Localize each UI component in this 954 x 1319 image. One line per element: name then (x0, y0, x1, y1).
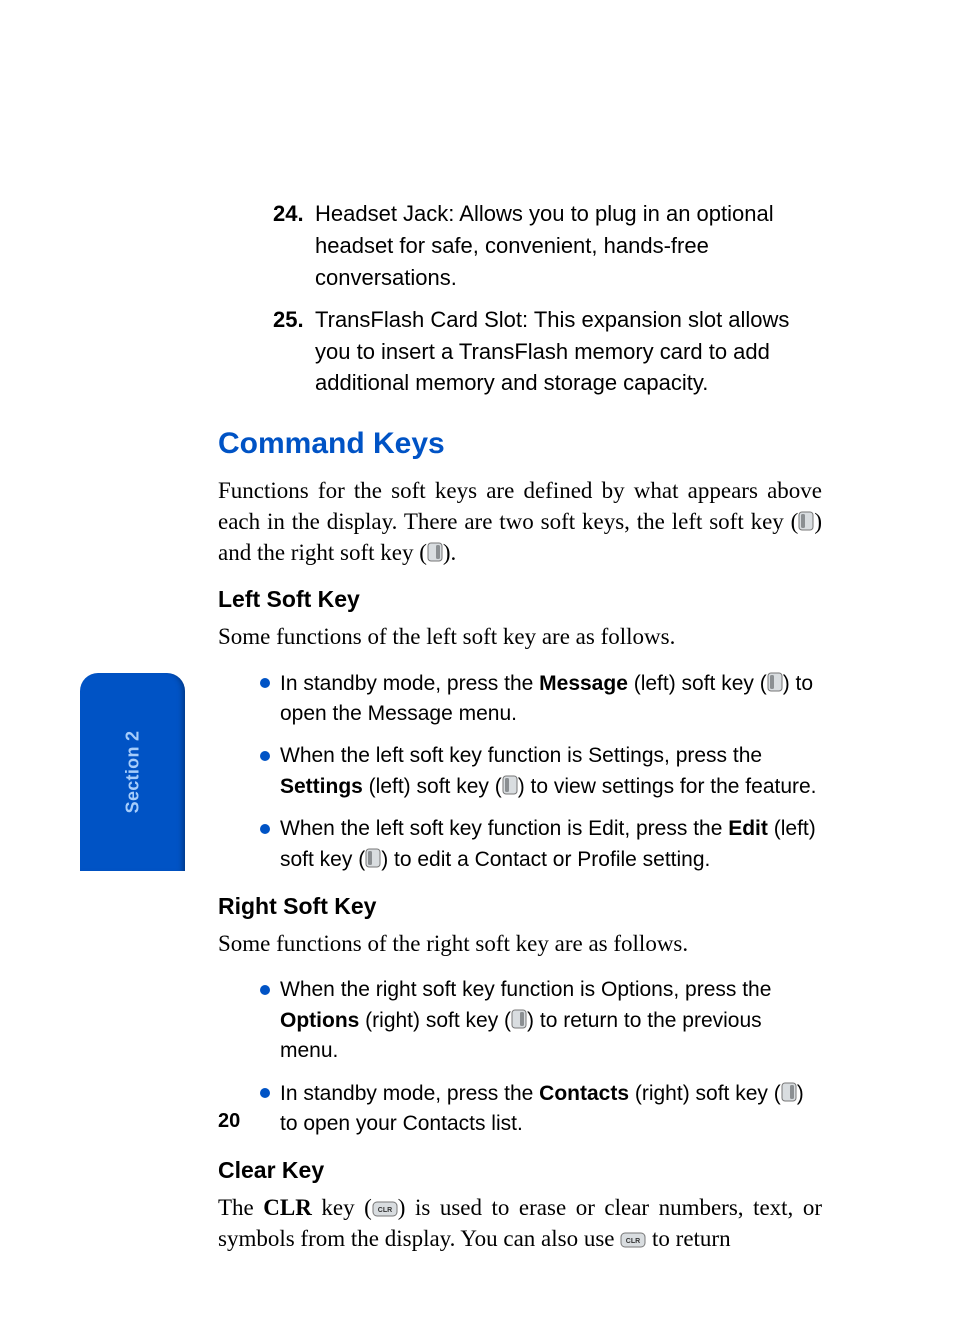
left-soft-key-list: In standby mode, press the Message (left… (218, 669, 822, 876)
list-item: When the right soft key function is Opti… (260, 975, 822, 1066)
list-text: In standby mode, press the (280, 672, 539, 695)
right-soft-key-icon (427, 542, 443, 562)
svg-text:CLR: CLR (378, 1207, 392, 1214)
page: Section 2 24. Headset Jack: Allows you t… (0, 0, 954, 1319)
left-soft-key-icon (365, 848, 381, 868)
clear-key-heading: Clear Key (218, 1157, 822, 1184)
list-text: When the left soft key function is Edit,… (280, 817, 728, 840)
list-bold: Settings (280, 775, 363, 798)
right-soft-key-icon (781, 1082, 797, 1102)
clear-key-text: key ( (312, 1195, 372, 1220)
list-text: ) to edit a Contact or Profile setting. (381, 848, 710, 871)
right-soft-key-list: When the right soft key function is Opti… (218, 975, 822, 1139)
clr-key-icon: CLR (620, 1232, 646, 1248)
list-bold: Edit (728, 817, 768, 840)
clear-key-text: The (218, 1195, 263, 1220)
numbered-item-text: TransFlash Card Slot: This expansion slo… (313, 304, 822, 400)
numbered-item-text: Headset Jack: Allows you to plug in an o… (313, 198, 822, 294)
list-item: In standby mode, press the Contacts (rig… (260, 1079, 822, 1140)
list-text: When the right soft key function is Opti… (280, 978, 771, 1001)
left-soft-key-paragraph: Some functions of the left soft key are … (218, 621, 822, 652)
numbered-item: 24. Headset Jack: Allows you to plug in … (218, 198, 822, 294)
section-tab-label: Section 2 (122, 731, 143, 814)
list-text: (left) soft key ( (363, 775, 502, 798)
intro-text: ). (443, 540, 456, 565)
intro-paragraph: Functions for the soft keys are defined … (218, 475, 822, 568)
section-heading: Command Keys (218, 427, 822, 461)
numbered-item-number: 24. (218, 198, 313, 294)
page-number: 20 (218, 1110, 240, 1133)
list-item: When the left soft key function is Setti… (260, 741, 822, 802)
clear-key-bold: CLR (263, 1195, 312, 1220)
intro-text: Functions for the soft keys are defined … (218, 478, 822, 534)
list-item: When the left soft key function is Edit,… (260, 814, 822, 875)
right-soft-key-icon (511, 1009, 527, 1029)
right-soft-key-paragraph: Some functions of the right soft key are… (218, 928, 822, 959)
left-soft-key-heading: Left Soft Key (218, 586, 822, 613)
right-soft-key-heading: Right Soft Key (218, 893, 822, 920)
list-text: In standby mode, press the (280, 1082, 539, 1105)
left-soft-key-icon (798, 511, 814, 531)
numbered-item-number: 25. (218, 304, 313, 400)
list-text: (left) soft key ( (628, 672, 767, 695)
svg-text:CLR: CLR (626, 1238, 640, 1245)
list-bold: Message (539, 672, 628, 695)
section-tab: Section 2 (80, 673, 185, 871)
list-text: (right) soft key ( (629, 1082, 781, 1105)
left-soft-key-icon (767, 672, 783, 692)
list-text: (right) soft key ( (359, 1009, 511, 1032)
list-text: ) to view settings for the feature. (518, 775, 817, 798)
list-bold: Options (280, 1009, 359, 1032)
page-content: 24. Headset Jack: Allows you to plug in … (218, 198, 822, 1270)
clear-key-text: to return (646, 1226, 730, 1251)
clr-key-icon: CLR (372, 1201, 398, 1217)
list-bold: Contacts (539, 1082, 629, 1105)
list-text: When the left soft key function is Setti… (280, 744, 762, 767)
numbered-item: 25. TransFlash Card Slot: This expansion… (218, 304, 822, 400)
clear-key-paragraph: The CLR key (CLR) is used to erase or cl… (218, 1192, 822, 1254)
left-soft-key-icon (502, 775, 518, 795)
list-item: In standby mode, press the Message (left… (260, 669, 822, 730)
